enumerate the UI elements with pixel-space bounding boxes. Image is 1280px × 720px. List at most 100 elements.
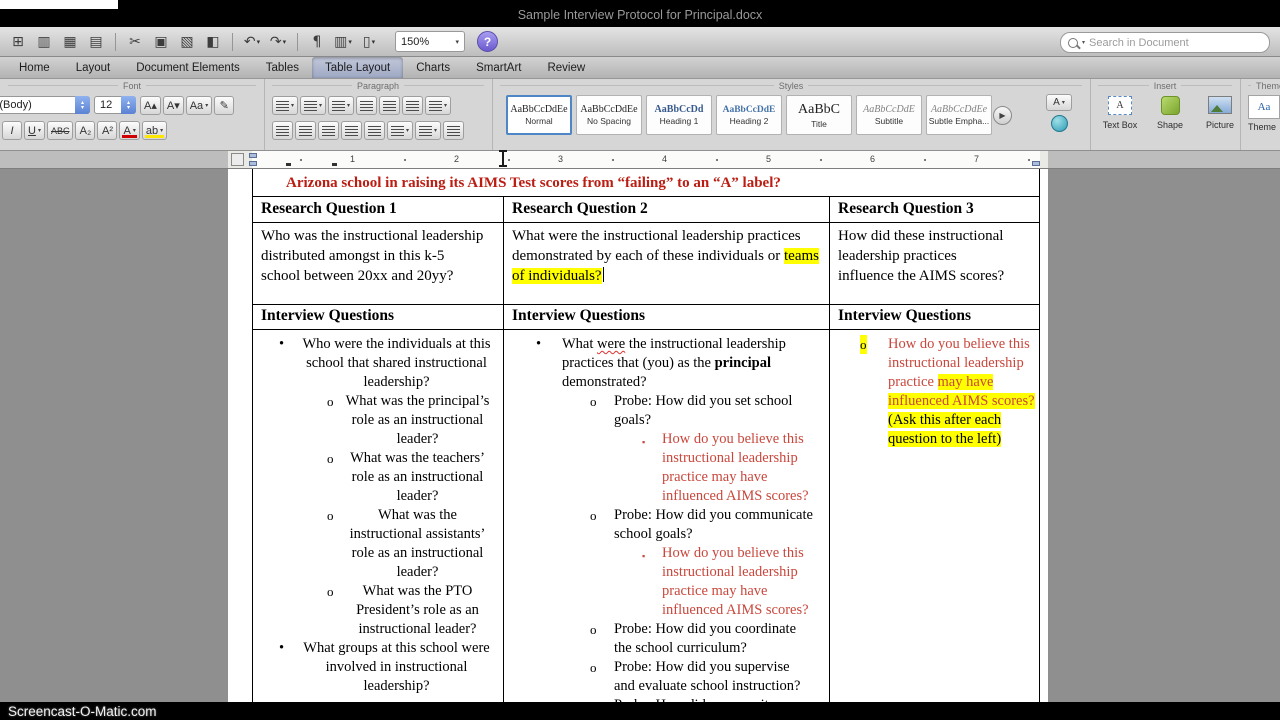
justify-button[interactable] xyxy=(341,121,362,140)
tab-table-layout[interactable]: Table Layout xyxy=(312,57,404,78)
ruler-number: 2 xyxy=(454,154,460,164)
zoom-control[interactable]: 150% ▾ xyxy=(395,31,465,52)
increase-indent-button[interactable] xyxy=(379,96,401,115)
gallery-icon[interactable]: ⊞ xyxy=(6,31,30,53)
sort-button[interactable] xyxy=(364,121,385,140)
bullet-marker: • xyxy=(536,336,542,352)
search-scope-dropdown-icon[interactable]: ▾ xyxy=(1082,39,1085,46)
shape-button[interactable]: Shape xyxy=(1148,94,1192,130)
italic-button[interactable]: I xyxy=(2,121,22,140)
tab-stop-marker[interactable] xyxy=(332,163,337,166)
underline-button[interactable]: U ▾ xyxy=(24,121,45,140)
paragraph-row2-buttons: ▾ ▾ xyxy=(272,121,465,140)
tab-document-elements[interactable]: Document Elements xyxy=(123,57,253,78)
ruler[interactable]: 1 2 3 4 5 6 7 xyxy=(0,151,1280,169)
first-line-indent-marker[interactable] xyxy=(249,153,257,158)
style-nospacing[interactable]: AaBbCcDdEe No Spacing xyxy=(576,95,642,135)
clear-formatting-button[interactable]: ✎ xyxy=(214,96,235,115)
left-indent-marker[interactable] xyxy=(249,161,257,166)
picture-button[interactable]: Picture xyxy=(1198,94,1242,130)
font-size-value: 12 xyxy=(100,99,113,111)
multilevel-list-button[interactable]: ▾ xyxy=(328,96,355,115)
tab-home[interactable]: Home xyxy=(6,57,63,78)
cut-icon[interactable]: ✂ xyxy=(123,31,147,53)
style-subtle[interactable]: AaBbCcDdEe Subtle Empha... xyxy=(926,95,992,135)
tab-charts[interactable]: Charts xyxy=(403,57,463,78)
search-box[interactable]: ▾ Search in Document xyxy=(1060,32,1270,53)
tab-review[interactable]: Review xyxy=(534,57,598,78)
redo-icon[interactable]: ↷ ▾ xyxy=(266,31,290,53)
show-document-icon[interactable]: ▯ ▾ xyxy=(357,31,381,53)
page: Arizona school in raising its AIMS Test … xyxy=(228,169,1048,702)
toolbar-separator xyxy=(232,32,233,51)
ruler-number: 1 xyxy=(350,154,356,164)
research-question-2-header: Research Question 2 xyxy=(512,200,648,217)
numbering-icon xyxy=(304,100,318,111)
style-normal[interactable]: AaBbCcDdEe Normal xyxy=(506,95,572,135)
change-case-button[interactable]: Aa ▾ xyxy=(185,96,213,115)
columns-icon[interactable]: ▥ ▾ xyxy=(331,31,355,53)
align-left-button[interactable] xyxy=(272,121,293,140)
interview-questions-1-header: Interview Questions xyxy=(261,307,395,324)
align-center-icon xyxy=(299,125,312,136)
align-center-button[interactable] xyxy=(295,121,316,140)
research-question-1-header: Research Question 1 xyxy=(261,200,397,217)
theme-button[interactable]: Aa xyxy=(1248,95,1280,119)
tab-selector[interactable] xyxy=(231,153,244,166)
tab-layout[interactable]: Layout xyxy=(63,57,124,78)
open-icon[interactable]: ▥ xyxy=(32,31,56,53)
borders-icon xyxy=(391,125,404,136)
line-spacing-button[interactable]: ▾ xyxy=(425,96,452,115)
style-subtitle[interactable]: AaBbCcDdE Subtitle xyxy=(856,95,922,135)
font-family-combo[interactable]: oria (Body) ▴▾ xyxy=(0,96,90,114)
format-painter-icon[interactable]: ◧ xyxy=(201,31,225,53)
interview-question-text: What was the teachers’ role as an instru… xyxy=(350,450,485,504)
tab-smartart[interactable]: SmartArt xyxy=(463,57,534,78)
pilcrow-icon[interactable]: ¶ xyxy=(305,31,329,53)
paragraph-group-label: Paragraph xyxy=(356,80,400,91)
document-area[interactable]: Arizona school in raising its AIMS Test … xyxy=(0,169,1280,702)
right-indent-marker[interactable] xyxy=(1032,161,1040,166)
style-h1[interactable]: AaBbCcDd Heading 1 xyxy=(646,95,712,135)
borders-button[interactable]: ▾ xyxy=(387,121,414,140)
strikethrough-button[interactable]: ABC xyxy=(46,121,74,140)
highlight-button[interactable]: ab ▾ xyxy=(141,121,168,140)
help-button[interactable]: ? xyxy=(477,31,498,52)
search-placeholder: Search in Document xyxy=(1089,36,1189,49)
print-icon[interactable]: ▤ xyxy=(84,31,108,53)
interview-question-item: o What was the principal’s role as an ins… xyxy=(253,392,502,449)
decrease-indent-button[interactable] xyxy=(356,96,378,115)
superscript-button[interactable]: A² xyxy=(97,121,118,140)
grow-font-button[interactable]: A▴ xyxy=(140,96,161,115)
bullets-button[interactable]: ▾ xyxy=(272,96,299,115)
shading-button[interactable]: ▾ xyxy=(415,121,442,140)
undo-icon[interactable]: ↶ ▾ xyxy=(240,31,264,53)
styles-gallery-next-icon[interactable]: ▶ xyxy=(993,106,1012,125)
style-title[interactable]: AaBbC Title xyxy=(786,95,852,135)
align-right-button[interactable] xyxy=(318,121,339,140)
bullet-marker: o xyxy=(590,660,597,675)
ribbon-group-styles: Styles AaBbCcDdEe Normal AaBbCcDdEe No Spac… xyxy=(492,79,1091,150)
copy-icon[interactable]: ▣ xyxy=(149,31,173,53)
font-size-combo[interactable]: 12 ▴ ▾ xyxy=(94,96,136,114)
show-marks-button[interactable] xyxy=(443,121,465,140)
tab-stop-marker[interactable] xyxy=(286,163,291,166)
bullet-marker: ▪ xyxy=(642,551,646,561)
font-color-button[interactable]: A ▾ xyxy=(119,121,140,140)
ibeam-cursor xyxy=(499,150,507,167)
text-box-button[interactable]: A Text Box xyxy=(1098,94,1142,130)
style-h2[interactable]: AaBbCcDdE Heading 2 xyxy=(716,95,782,135)
manage-styles-button[interactable]: A ▾ xyxy=(1046,94,1072,111)
tab-tables[interactable]: Tables xyxy=(253,57,312,78)
ruler-number: 4 xyxy=(662,154,668,164)
shrink-font-button[interactable]: A▾ xyxy=(162,96,184,115)
paste-icon[interactable]: ▧ xyxy=(175,31,199,53)
text-direction-button[interactable] xyxy=(402,96,424,115)
save-icon[interactable]: ▦ xyxy=(58,31,82,53)
interview-question-text: How do you believe this instructional le… xyxy=(662,545,809,618)
insert-items: A Text Box Shape Picture xyxy=(1098,94,1242,130)
bullet-marker: o xyxy=(590,508,597,523)
subscript-button[interactable]: A₂ xyxy=(75,121,96,140)
style-dialog-icon[interactable] xyxy=(1050,115,1068,132)
numbering-button[interactable]: ▾ xyxy=(300,96,327,115)
